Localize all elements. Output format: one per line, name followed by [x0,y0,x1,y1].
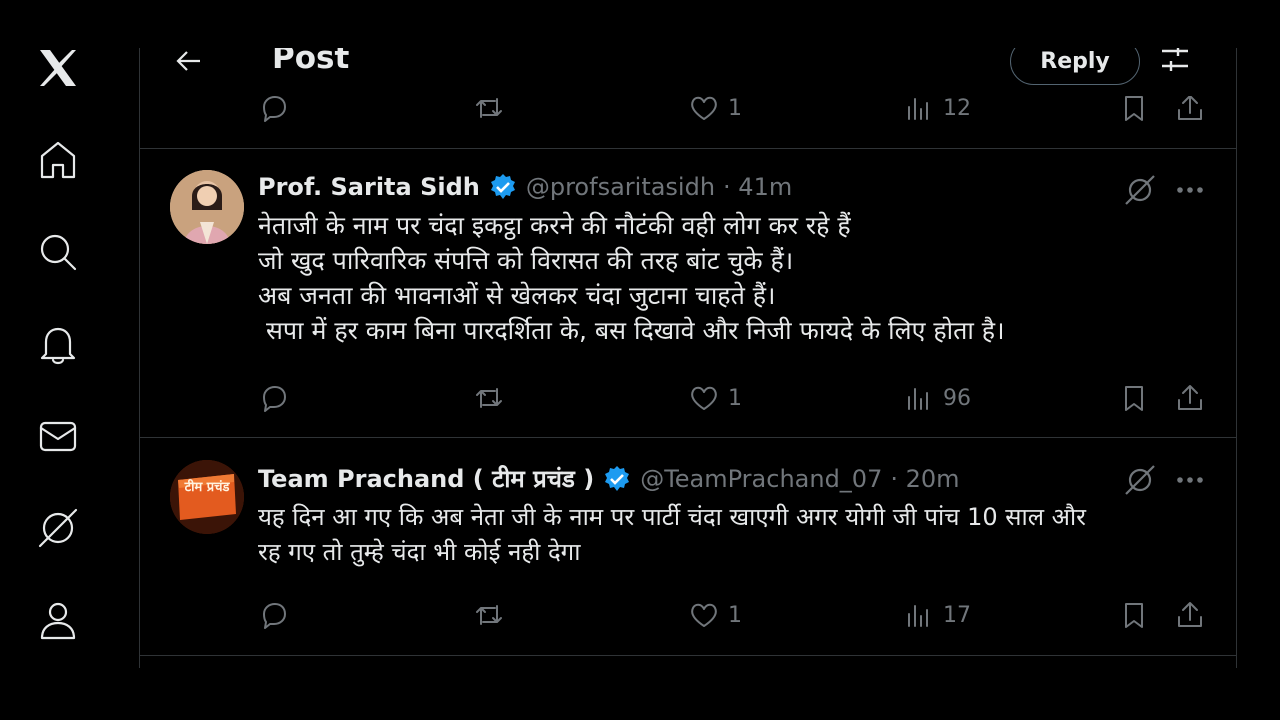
filter-icon[interactable] [1158,48,1192,76]
avatar[interactable] [170,170,244,244]
repost-icon [476,98,502,118]
bookmark-icon [1125,603,1143,628]
tweet-author: Prof. Sarita Sidh @profsaritasidh · 41m [258,172,792,202]
reply-action[interactable] [258,595,290,635]
share-icon [1178,385,1202,410]
tweet-text-line: नेताजी के नाम पर चंदा इकट्ठा करने की नौट… [258,211,851,240]
view-count: 17 [943,602,971,628]
profile-icon[interactable] [34,596,82,644]
avatar-label: टीम प्रचंड [184,480,230,495]
bookmark-icon [1125,96,1143,121]
author-handle[interactable]: @TeamPrachand_07 [640,465,882,493]
tweet[interactable]: टीम प्रचंड Team Prachand ( टीम प्रचंड ) … [140,438,1236,656]
like-count: 1 [728,385,742,411]
repost-icon [476,388,502,408]
author-name[interactable]: Prof. Sarita Sidh [258,173,480,201]
tweet-time[interactable]: · 41m [723,173,792,201]
tweet-actions: 1 17 [140,595,1236,635]
tweet-author: Team Prachand ( टीम प्रचंड ) @TeamPracha… [258,462,960,495]
tweet-text-line: जो खुद पारिवारिक संपत्ति को विरासत की तर… [258,246,794,275]
more-icon[interactable] [1170,460,1210,500]
tweet-time[interactable]: · 20m [890,465,959,493]
like-count: 1 [728,602,742,628]
page-title: Post [272,48,350,76]
previous-post-actions: 1 12 [140,95,1236,149]
post-header: Post Reply [140,48,1236,96]
views-icon [908,98,928,120]
verified-badge-icon [490,174,515,199]
author-handle[interactable]: @profsaritasidh [526,173,715,201]
like-count: 1 [728,95,742,121]
search-icon[interactable] [34,228,82,276]
repost-action[interactable] [473,378,505,418]
reply-icon [263,603,286,629]
tweet-text-line: सपा में हर काम बिना पारदर्शिता के, बस दि… [258,316,1005,345]
tweet-text: नेताजी के नाम पर चंदा इकट्ठा करने की नौट… [258,208,1005,348]
views-action[interactable]: 17 [903,595,971,635]
home-icon[interactable] [34,136,82,184]
x-logo-icon[interactable] [34,44,82,92]
tweet-text: यह दिन आ गए कि अब नेता जी के नाम पर पार्… [258,500,1086,570]
tweet[interactable]: Prof. Sarita Sidh @profsaritasidh · 41m … [140,148,1236,438]
reply-icon [263,386,286,412]
view-count: 12 [943,95,971,121]
repost-icon [476,605,502,625]
mail-icon[interactable] [34,412,82,460]
author-name[interactable]: Team Prachand ( टीम प्रचंड ) [258,462,594,495]
views-icon [908,388,928,410]
reply-button[interactable]: Reply [1010,48,1140,85]
heart-icon [691,386,717,410]
sidebar-nav [0,0,118,720]
tweet-text-line: रह गए तो तुम्हे चंदा भी कोई नही देगा [258,538,581,566]
like-action[interactable]: 1 [688,378,742,418]
share-icon [1178,602,1202,627]
heart-icon [691,603,717,627]
reply-action[interactable] [258,378,290,418]
bookmark-action[interactable] [1118,595,1150,635]
bookmark-action[interactable] [1118,378,1150,418]
repost-action[interactable] [473,595,505,635]
tweet-text-line: यह दिन आ गए कि अब नेता जी के नाम पर पार्… [258,503,1086,531]
like-action[interactable]: 1 [688,595,742,635]
share-icon [1178,95,1202,120]
bookmark-icon [1125,386,1143,411]
tweet-actions: 1 96 [140,378,1236,418]
back-arrow-icon[interactable] [172,48,206,78]
grok-icon[interactable] [1120,170,1160,210]
views-icon [908,605,928,627]
reply-icon [263,96,286,122]
share-action[interactable] [1174,378,1206,418]
avatar[interactable]: टीम प्रचंड [170,460,244,534]
timeline-column: Post Reply 1 12 Prof. Sarita Sidh @profs… [139,48,1237,668]
grok-icon[interactable] [1120,460,1160,500]
share-action[interactable] [1174,595,1206,635]
views-action[interactable]: 96 [903,378,971,418]
tweet-text-line: अब जनता की भावनाओं से खेलकर चंदा जुटाना … [258,281,776,310]
view-count: 96 [943,385,971,411]
bell-icon[interactable] [34,320,82,368]
verified-badge-icon [605,465,630,491]
heart-icon [691,96,717,120]
more-icon[interactable] [1170,170,1210,210]
grok-icon[interactable] [34,504,82,552]
